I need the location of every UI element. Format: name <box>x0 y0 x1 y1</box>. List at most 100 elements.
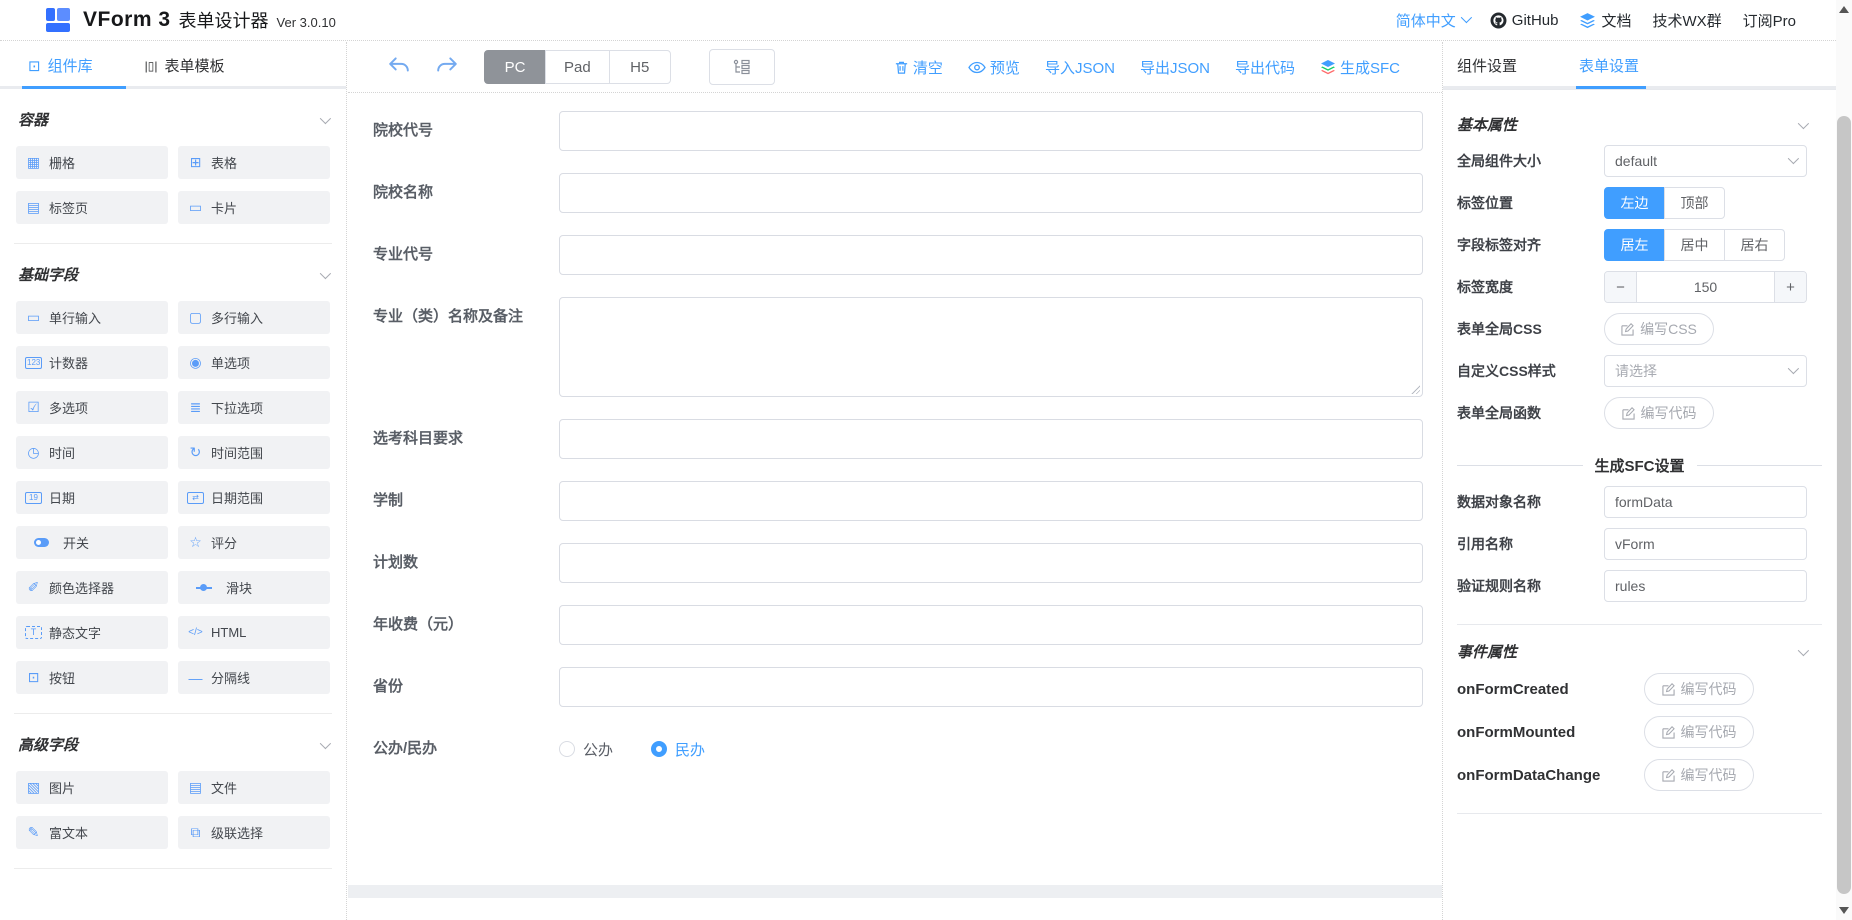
node-tree-button[interactable] <box>709 49 775 85</box>
active-tab-indicator <box>22 86 126 89</box>
label-align-center[interactable]: 居中 <box>1664 229 1725 261</box>
subject-requirement-input[interactable] <box>559 419 1423 459</box>
major-code-input[interactable] <box>559 235 1423 275</box>
scroll-down-icon[interactable] <box>1839 907 1849 914</box>
college-name-input[interactable] <box>559 173 1423 213</box>
generate-sfc-button[interactable]: 生成SFC <box>1320 57 1400 78</box>
widget-button[interactable]: ⊡按钮 <box>16 661 168 694</box>
widget-static-text[interactable]: T静态文字 <box>16 616 168 649</box>
chevron-down-icon[interactable] <box>1798 644 1809 655</box>
college-code-input[interactable] <box>559 111 1423 151</box>
ref-name-input[interactable] <box>1604 528 1807 560</box>
widget-checkbox[interactable]: ☑多选项 <box>16 391 168 424</box>
form-field-row[interactable]: 院校代号 <box>373 111 1423 151</box>
import-json-button[interactable]: 导入JSON <box>1045 57 1115 78</box>
page-scrollbar[interactable] <box>1836 0 1852 920</box>
edit-css-button[interactable]: 编写CSS <box>1604 313 1714 345</box>
widget-counter[interactable]: 123计数器 <box>16 346 168 379</box>
widget-multiline-input[interactable]: ▢多行输入 <box>178 301 330 334</box>
form-field-row[interactable]: 学制 <box>373 481 1423 521</box>
edit-functions-button[interactable]: 编写代码 <box>1604 397 1714 429</box>
province-input[interactable] <box>559 667 1423 707</box>
widget-html[interactable]: </>HTML <box>178 616 330 649</box>
increase-button[interactable]: + <box>1774 272 1806 302</box>
label-position-top[interactable]: 顶部 <box>1664 187 1725 219</box>
device-pc-button[interactable]: PC <box>484 50 546 84</box>
form-field-row[interactable]: 公办/民办 公办 民办 <box>373 729 1423 769</box>
form-canvas[interactable]: 院校代号 院校名称 专业代号 专业（类）名称及备注 选考科目要求 <box>348 93 1442 885</box>
widget-file[interactable]: ▤文件 <box>178 771 330 804</box>
widget-slider[interactable]: 滑块 <box>178 571 330 604</box>
widget-size-select[interactable]: default <box>1604 145 1807 177</box>
label-position-left[interactable]: 左边 <box>1604 187 1665 219</box>
form-field-row[interactable]: 专业（类）名称及备注 <box>373 297 1423 397</box>
device-pad-button[interactable]: Pad <box>545 50 610 84</box>
form-field-row[interactable]: 选考科目要求 <box>373 419 1423 459</box>
widget-date[interactable]: 19日期 <box>16 481 168 514</box>
widget-color-picker[interactable]: ✐颜色选择器 <box>16 571 168 604</box>
plan-count-input[interactable] <box>559 543 1423 583</box>
widget-cascader[interactable]: ⧉级联选择 <box>178 816 330 849</box>
preview-button[interactable]: 预览 <box>968 57 1020 78</box>
form-field-row[interactable]: 计划数 <box>373 543 1423 583</box>
label-align-right[interactable]: 居右 <box>1724 229 1785 261</box>
widget-time[interactable]: ◷时间 <box>16 436 168 469</box>
label-width-value[interactable]: 150 <box>1637 272 1774 302</box>
edit-onformcreated-button[interactable]: 编写代码 <box>1644 673 1754 705</box>
tab-form-settings[interactable]: 表单设置 <box>1579 55 1639 76</box>
clear-button[interactable]: 清空 <box>894 57 943 78</box>
export-code-button[interactable]: 导出代码 <box>1235 57 1295 78</box>
widget-divider[interactable]: —分隔线 <box>178 661 330 694</box>
export-json-button[interactable]: 导出JSON <box>1140 57 1210 78</box>
wx-group-link[interactable]: 技术WX群 <box>1652 10 1721 31</box>
subscribe-pro-link[interactable]: 订阅Pro <box>1743 10 1796 31</box>
widget-date-range[interactable]: ⇄日期范围 <box>178 481 330 514</box>
radio-option-private[interactable]: 民办 <box>651 739 705 760</box>
decrease-button[interactable]: − <box>1605 272 1637 302</box>
widget-grid[interactable]: ▦栅格 <box>16 146 168 179</box>
github-link[interactable]: GitHub <box>1490 12 1559 29</box>
data-object-name-input[interactable] <box>1604 486 1807 518</box>
annual-fee-input[interactable] <box>559 605 1423 645</box>
form-field-row[interactable]: 专业代号 <box>373 235 1423 275</box>
trash-icon <box>894 60 909 75</box>
chevron-down-icon[interactable] <box>320 112 331 123</box>
widget-rate[interactable]: ☆评分 <box>178 526 330 559</box>
resize-handle[interactable] <box>1410 384 1420 394</box>
redo-button[interactable] <box>436 56 458 78</box>
widget-radio[interactable]: ◉单选项 <box>178 346 330 379</box>
tab-component-library[interactable]: ⊡ 组件库 <box>28 55 93 76</box>
table-icon: ⊞ <box>187 154 204 171</box>
rules-name-input[interactable] <box>1604 570 1807 602</box>
label-align-left[interactable]: 居左 <box>1604 229 1665 261</box>
study-length-input[interactable] <box>559 481 1423 521</box>
chevron-down-icon[interactable] <box>1798 117 1809 128</box>
form-field-row[interactable]: 省份 <box>373 667 1423 707</box>
scroll-up-icon[interactable] <box>1839 6 1849 13</box>
edit-onformdatachange-button[interactable]: 编写代码 <box>1644 759 1754 791</box>
language-dropdown[interactable]: 简体中文 <box>1396 10 1469 31</box>
widget-tab-page[interactable]: ▤标签页 <box>16 191 168 224</box>
tab-form-template[interactable]: |▯| 表单模板 <box>145 55 225 76</box>
docs-link[interactable]: 文档 <box>1579 10 1631 31</box>
undo-button[interactable] <box>388 56 410 78</box>
widget-card[interactable]: ▭卡片 <box>178 191 330 224</box>
chevron-down-icon[interactable] <box>320 737 331 748</box>
form-field-row[interactable]: 院校名称 <box>373 173 1423 213</box>
widget-table[interactable]: ⊞表格 <box>178 146 330 179</box>
widget-picture[interactable]: ▧图片 <box>16 771 168 804</box>
chevron-down-icon[interactable] <box>320 267 331 278</box>
form-field-row[interactable]: 年收费（元） <box>373 605 1423 645</box>
major-name-textarea[interactable] <box>559 297 1423 397</box>
widget-time-range[interactable]: ↻时间范围 <box>178 436 330 469</box>
radio-option-public[interactable]: 公办 <box>559 739 613 760</box>
device-h5-button[interactable]: H5 <box>609 50 671 84</box>
widget-switch[interactable]: 开关 <box>16 526 168 559</box>
widget-single-input[interactable]: ▭单行输入 <box>16 301 168 334</box>
custom-class-select[interactable]: 请选择 <box>1604 355 1807 387</box>
edit-onformmounted-button[interactable]: 编写代码 <box>1644 716 1754 748</box>
widget-rich-text[interactable]: ✎富文本 <box>16 816 168 849</box>
scrollbar-thumb[interactable] <box>1837 116 1851 894</box>
tab-widget-settings[interactable]: 组件设置 <box>1457 55 1517 76</box>
widget-select[interactable]: ≣下拉选项 <box>178 391 330 424</box>
